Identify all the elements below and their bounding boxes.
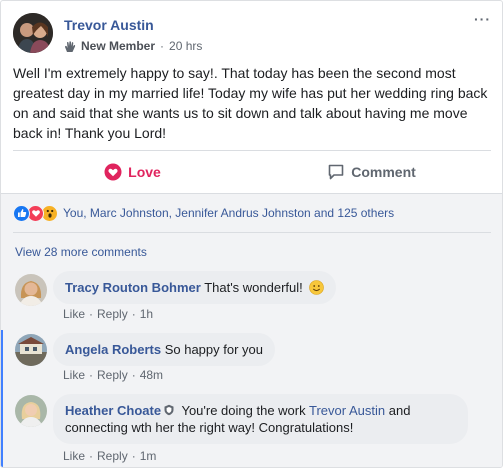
post-text: Well I'm extremely happy to say!. That t… xyxy=(13,65,488,141)
author-avatar[interactable] xyxy=(13,13,53,53)
comment-item: Tracy Routon Bohmer That's wonderful! Li… xyxy=(1,271,502,323)
reply-link[interactable]: Reply xyxy=(97,368,128,382)
comment-time[interactable]: 1h xyxy=(140,307,153,321)
comment-label: Comment xyxy=(351,164,416,180)
view-more-comments-link[interactable]: View 28 more comments xyxy=(15,245,147,259)
commenter-avatar[interactable] xyxy=(15,274,47,306)
comment-text: That's wonderful! xyxy=(204,280,303,295)
reactors-text[interactable]: You, Marc Johnston, Jennifer Andrus John… xyxy=(63,206,394,220)
love-button[interactable]: Love xyxy=(13,151,252,193)
dot-separator: · xyxy=(131,449,136,463)
comments-section: You, Marc Johnston, Jennifer Andrus John… xyxy=(1,193,502,467)
comment-icon xyxy=(327,163,345,181)
commenter-avatar[interactable] xyxy=(15,395,47,427)
wave-icon xyxy=(64,40,77,53)
like-icon xyxy=(13,204,30,222)
love-icon xyxy=(104,163,122,181)
comment-actions: Like · Reply · 1h xyxy=(63,307,153,321)
comment-text: So happy for you xyxy=(164,342,263,357)
comment-button[interactable]: Comment xyxy=(252,151,491,193)
comment-author[interactable]: Tracy Routon Bohmer xyxy=(65,280,201,295)
post-card: Trevor Austin New Member · 20 hrs ··· We… xyxy=(0,0,503,468)
like-link[interactable]: Like xyxy=(63,368,85,382)
comment-author[interactable]: Heather Choate xyxy=(65,403,161,418)
like-link[interactable]: Like xyxy=(63,307,85,321)
dot-separator: · xyxy=(131,307,136,321)
dot-separator: · xyxy=(89,449,94,463)
comment-text: You're doing the work xyxy=(181,403,306,418)
comment-author[interactable]: Angela Roberts xyxy=(65,342,161,357)
dot-separator: · xyxy=(89,368,94,382)
comment-item: Angela Roberts So happy for you Like · Rep… xyxy=(1,333,502,385)
divider xyxy=(13,232,491,233)
like-link[interactable]: Like xyxy=(63,449,85,463)
reply-link[interactable]: Reply xyxy=(97,307,128,321)
comment-bubble: Angela Roberts So happy for you xyxy=(53,333,275,366)
more-options-icon[interactable]: ··· xyxy=(474,12,490,28)
meta-separator: · xyxy=(160,39,165,53)
author-name[interactable]: Trevor Austin xyxy=(64,17,154,33)
shield-badge-icon xyxy=(163,403,175,416)
member-badge[interactable]: New Member xyxy=(81,39,155,53)
comment-actions: Like · Reply · 48m xyxy=(63,368,163,382)
dot-separator: · xyxy=(131,368,136,382)
comment-bubble: Tracy Routon Bohmer That's wonderful! xyxy=(53,271,337,304)
commenter-avatar[interactable] xyxy=(15,334,47,366)
comment-item: Heather Choate You're doing the work Tre… xyxy=(1,394,502,467)
post-header: Trevor Austin New Member · 20 hrs ··· xyxy=(1,1,502,63)
mention-link[interactable]: Trevor Austin xyxy=(309,403,385,418)
action-bar: Love Comment xyxy=(13,151,491,193)
post-meta: New Member · 20 hrs xyxy=(64,39,202,53)
smiley-emoji-icon xyxy=(309,280,325,295)
comment-actions: Like · Reply · 1m xyxy=(63,449,156,463)
reactions-summary[interactable]: You, Marc Johnston, Jennifer Andrus John… xyxy=(13,203,394,223)
comment-time[interactable]: 1m xyxy=(140,449,157,463)
reply-link[interactable]: Reply xyxy=(97,449,128,463)
love-label: Love xyxy=(128,164,161,180)
post-time[interactable]: 20 hrs xyxy=(169,39,202,53)
dot-separator: · xyxy=(89,307,94,321)
comment-bubble: Heather Choate You're doing the work Tre… xyxy=(53,394,468,444)
comment-time[interactable]: 48m xyxy=(140,368,163,382)
